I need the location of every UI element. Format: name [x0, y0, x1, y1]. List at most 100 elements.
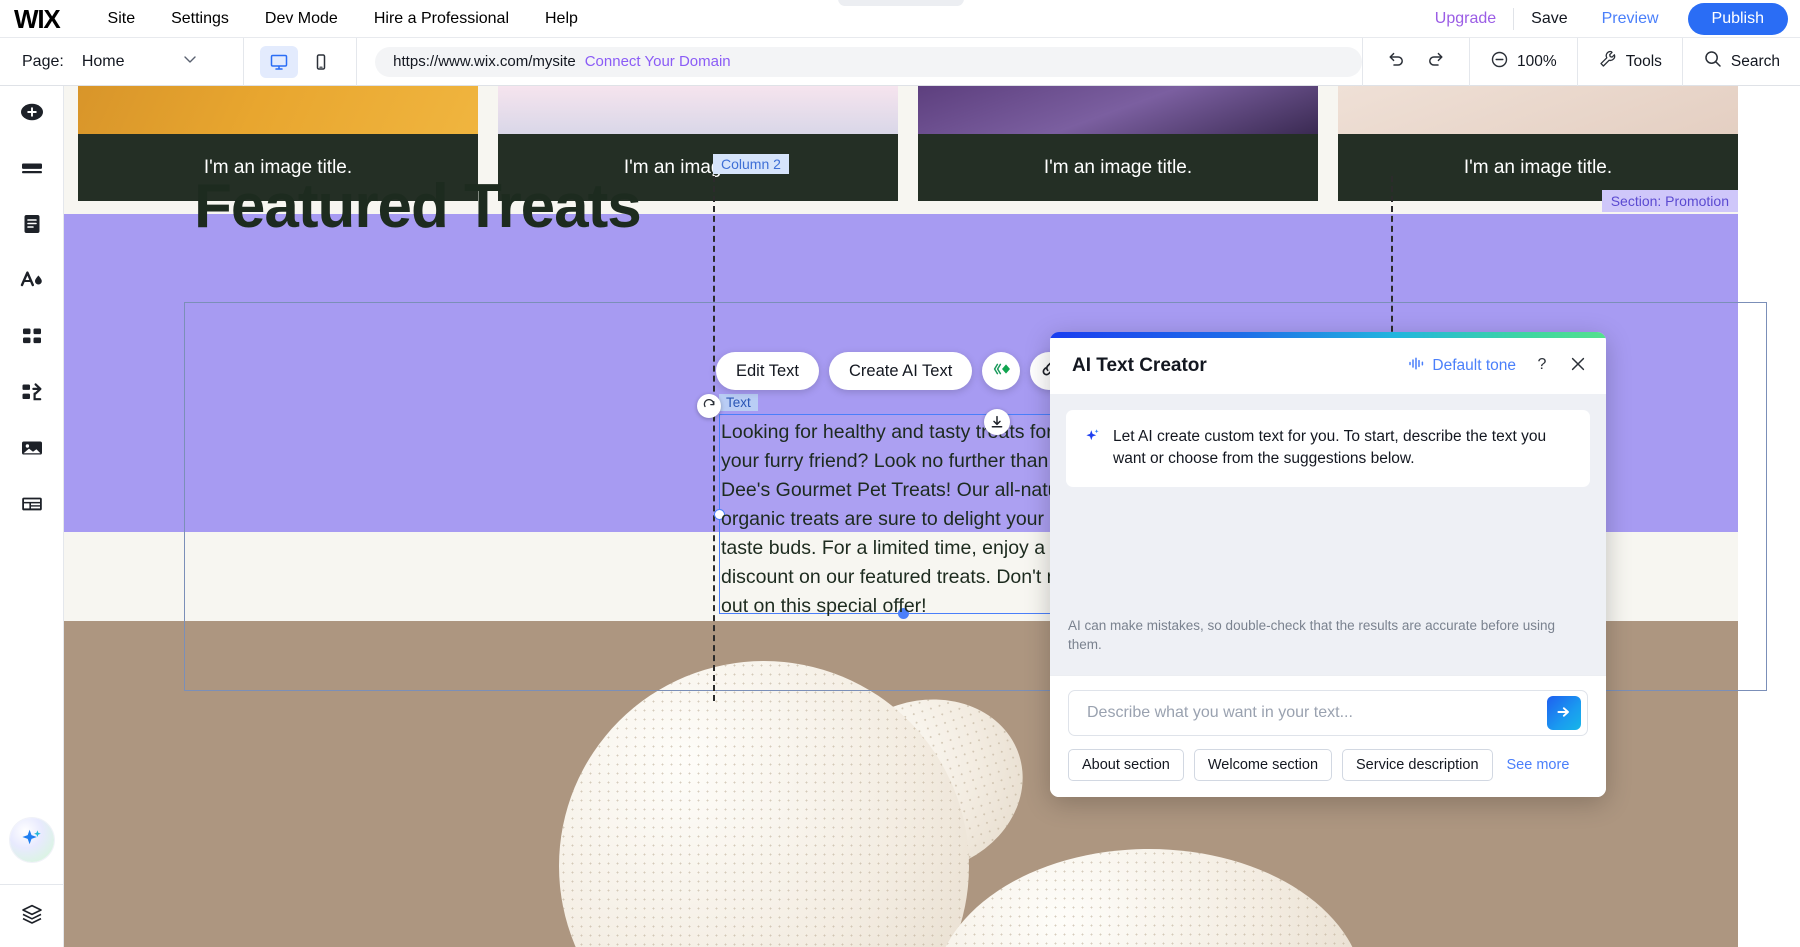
sidebar-item-apps[interactable]	[0, 310, 64, 366]
svg-text:?: ?	[1538, 356, 1547, 373]
site-url-text: https://www.wix.com/mysite	[393, 53, 576, 70]
save-button[interactable]: Save	[1514, 10, 1584, 28]
sidebar-item-pages[interactable]	[0, 198, 64, 254]
device-toggle	[244, 46, 356, 78]
tools-button[interactable]: Tools	[1578, 38, 1682, 86]
intro-card: Let AI create custom text for you. To st…	[1066, 410, 1590, 487]
page-heading[interactable]: Featured Treats	[194, 174, 714, 241]
image-thumbnail	[1338, 86, 1738, 134]
edit-text-button[interactable]: Edit Text	[716, 352, 819, 390]
undo-icon[interactable]	[1385, 48, 1407, 75]
window-notch	[838, 0, 964, 6]
intro-text: Let AI create custom text for you. To st…	[1113, 426, 1572, 471]
layers-button[interactable]	[0, 885, 63, 947]
sidebar-item-my-business[interactable]	[0, 366, 64, 422]
left-sidebar	[0, 86, 64, 947]
animation-button[interactable]	[982, 352, 1020, 390]
rotate-handle[interactable]	[697, 394, 721, 418]
zoom-level-label: 100%	[1517, 53, 1557, 71]
my-business-icon	[19, 379, 45, 410]
menu-dev-mode[interactable]: Dev Mode	[247, 10, 356, 28]
menu-settings[interactable]: Settings	[153, 10, 247, 28]
menu-help[interactable]: Help	[527, 10, 596, 28]
sidebar-item-content-manager[interactable]	[0, 478, 64, 534]
suggestion-chips: About section Welcome section Service de…	[1068, 749, 1588, 781]
panel-help-icon[interactable]: ?	[1532, 354, 1552, 379]
animation-icon	[990, 358, 1012, 385]
apps-icon	[19, 323, 45, 354]
publish-button[interactable]: Publish	[1688, 3, 1788, 35]
download-handle[interactable]	[984, 409, 1010, 435]
sidebar-item-site-design[interactable]	[0, 254, 64, 310]
toolbar-right-actions: 100% Tools Search	[1362, 38, 1800, 86]
menu-hire-a-professional[interactable]: Hire a Professional	[356, 10, 527, 28]
prompt-row[interactable]	[1068, 690, 1588, 736]
send-prompt-button[interactable]	[1547, 696, 1581, 730]
media-icon	[19, 435, 45, 466]
see-more-link[interactable]: See more	[1507, 757, 1570, 773]
editor-toolbar: Page: Home https://www.wix.com/mysite Co…	[0, 38, 1800, 86]
wix-logo[interactable]: WIX	[14, 6, 60, 32]
wrench-icon	[1598, 49, 1618, 74]
panel-title: AI Text Creator	[1072, 355, 1207, 377]
image-thumbnail	[498, 86, 898, 134]
tone-waveform-icon	[1408, 356, 1425, 376]
layers-icon	[19, 901, 45, 932]
ai-disclaimer: AI can make mistakes, so double-check th…	[1066, 617, 1590, 659]
add-section-icon	[19, 155, 45, 186]
section-label: Section: Promotion	[1602, 190, 1738, 212]
upgrade-link[interactable]: Upgrade	[1418, 10, 1513, 28]
image-card[interactable]: I'm an image title.	[1338, 86, 1738, 201]
sidebar-item-media[interactable]	[0, 422, 64, 478]
add-elements-icon	[19, 99, 45, 130]
chip-about-section[interactable]: About section	[1068, 749, 1184, 781]
decorative-object	[934, 849, 1364, 947]
desktop-view-button[interactable]	[260, 46, 298, 78]
ai-text-creator-panel[interactable]: AI Text Creator Default tone ?	[1050, 332, 1606, 797]
panel-footer: About section Welcome section Service de…	[1050, 675, 1606, 797]
preview-button[interactable]: Preview	[1585, 10, 1676, 28]
close-icon[interactable]	[1568, 354, 1588, 379]
chevron-down-icon[interactable]	[181, 50, 199, 73]
site-url-bar[interactable]: https://www.wix.com/mysite Connect Your …	[375, 47, 1362, 77]
wix-editor-window: WIX Site Settings Dev Mode Hire a Profes…	[0, 0, 1800, 947]
chip-welcome-section[interactable]: Welcome section	[1194, 749, 1332, 781]
text-element-label: Text	[719, 394, 758, 411]
ai-assistant-button[interactable]	[10, 818, 54, 862]
connect-domain-link[interactable]: Connect Your Domain	[585, 53, 731, 70]
menu-site[interactable]: Site	[90, 10, 154, 28]
undo-redo-group	[1363, 48, 1469, 75]
send-icon	[1555, 703, 1573, 724]
image-thumbnail	[78, 86, 478, 134]
chip-service-description[interactable]: Service description	[1342, 749, 1493, 781]
column-label: Column 2	[713, 154, 789, 174]
default-tone-label: Default tone	[1432, 357, 1516, 375]
top-bar-actions: Upgrade Save Preview Publish	[1418, 0, 1788, 38]
search-label: Search	[1731, 53, 1780, 71]
content-manager-icon	[19, 491, 45, 522]
default-tone-button[interactable]: Default tone	[1408, 356, 1516, 376]
sparkle-icon	[19, 825, 45, 856]
sparkle-icon	[1084, 428, 1101, 450]
zoom-control[interactable]: 100%	[1470, 38, 1577, 86]
image-thumbnail	[918, 86, 1318, 134]
tools-label: Tools	[1626, 53, 1662, 71]
panel-header: AI Text Creator Default tone ?	[1050, 338, 1606, 394]
sidebar-item-add-section[interactable]	[0, 142, 64, 198]
zoom-out-icon[interactable]	[1490, 50, 1509, 74]
pages-icon	[19, 211, 45, 242]
create-ai-text-button[interactable]: Create AI Text	[829, 352, 972, 390]
search-icon	[1703, 49, 1723, 74]
redo-icon[interactable]	[1425, 48, 1447, 75]
search-button[interactable]: Search	[1683, 38, 1800, 86]
prompt-input[interactable]	[1085, 703, 1547, 723]
sidebar-bottom-group	[0, 818, 63, 947]
page-selector-value[interactable]: Home	[82, 53, 125, 71]
sidebar-item-add-elements[interactable]	[0, 86, 64, 142]
divider	[356, 38, 357, 86]
top-menu-bar: WIX Site Settings Dev Mode Hire a Profes…	[0, 0, 1800, 38]
page-label: Page:	[22, 53, 64, 71]
mobile-view-button[interactable]	[302, 46, 340, 78]
panel-body: Let AI create custom text for you. To st…	[1050, 394, 1606, 675]
promotion-paragraph[interactable]: Looking for healthy and tasty treats for…	[719, 418, 1095, 621]
